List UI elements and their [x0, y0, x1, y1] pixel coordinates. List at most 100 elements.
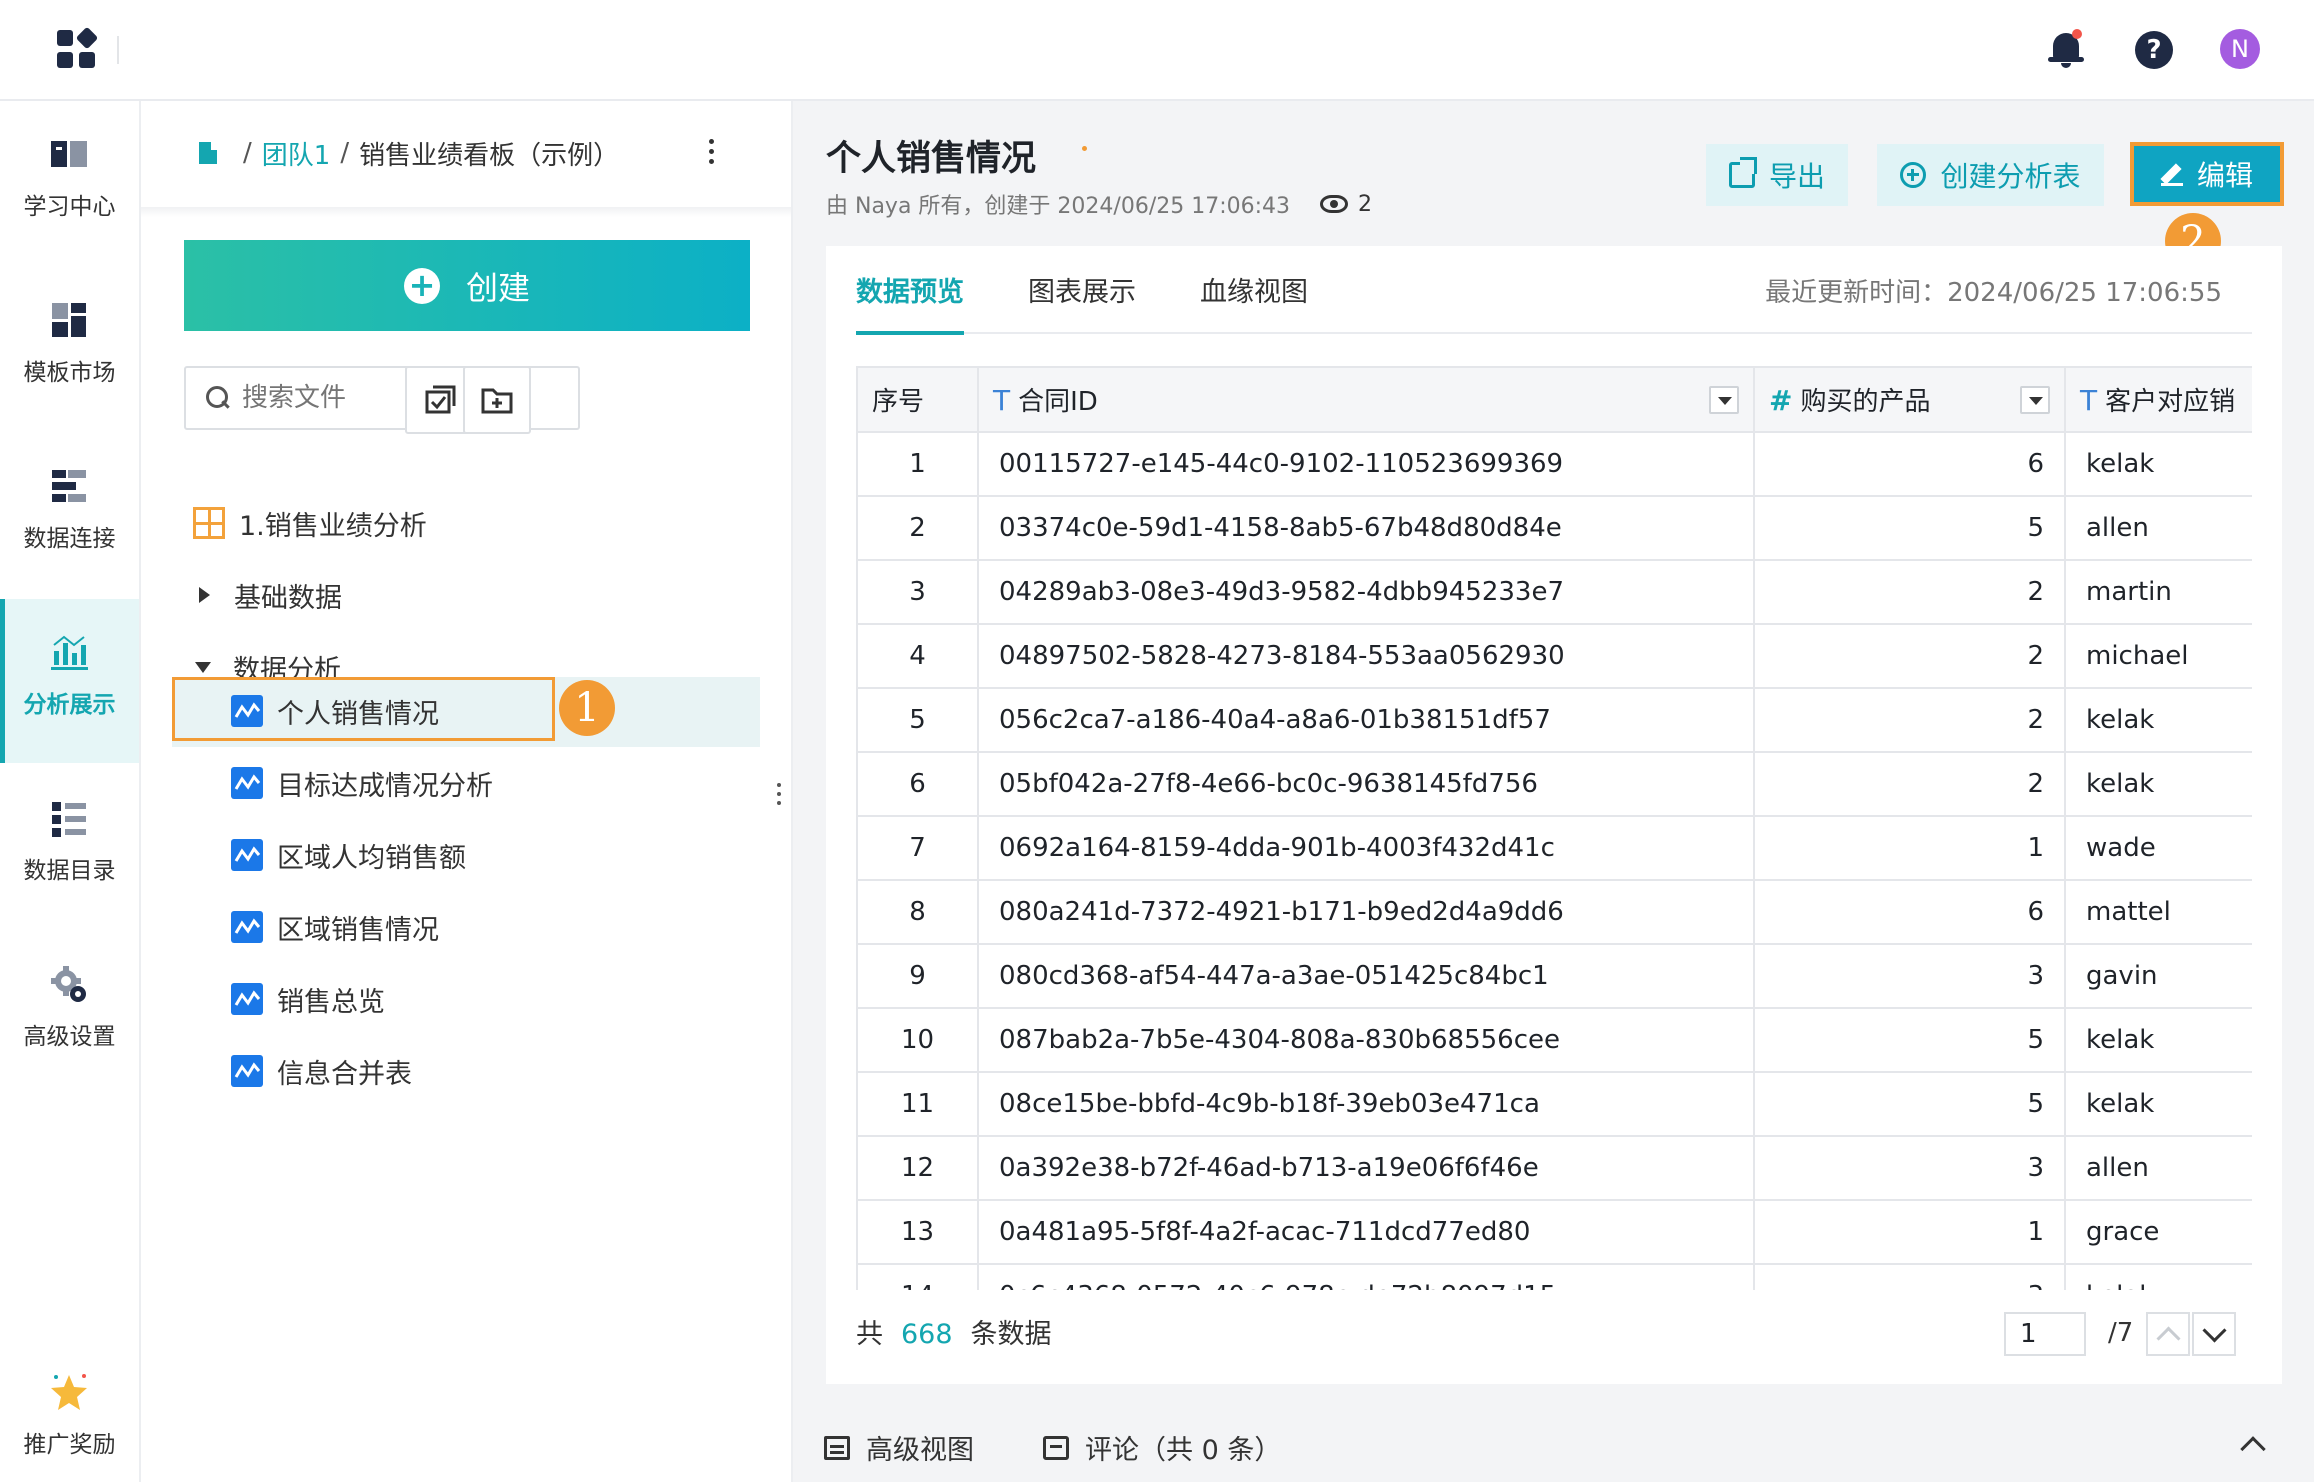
table-row[interactable]: 5 056c2ca7-a186-40a4-a8a6-01b38151df57 2 ke…	[858, 688, 2252, 753]
column-menu-button[interactable]	[1709, 386, 1739, 414]
plus-circle-icon	[1900, 162, 1927, 188]
contract-id-cell: 08ce15be-bbfd-4c9b-b18f-39eb03e471ca	[978, 1072, 1755, 1137]
advanced-view-button[interactable]: 高级视图	[824, 1428, 974, 1467]
tab-lineage-view[interactable]: 血缘视图	[1200, 270, 1308, 331]
caret-right-icon[interactable]	[199, 587, 210, 603]
contract-id-cell: 04289ab3-08e3-49d3-9582-4dbb945233e7	[978, 560, 1755, 625]
tab-chart-display[interactable]: 图表展示	[1028, 270, 1136, 331]
total-pages: /7	[2108, 1318, 2134, 1348]
column-header-products[interactable]: # 购买的产品	[1754, 368, 2066, 433]
products-count-cell: 1	[1754, 1200, 2066, 1265]
breadcrumb-team-link[interactable]: 团队1	[262, 135, 331, 172]
tree-item-sales-overview[interactable]: 销售总览	[231, 971, 385, 1027]
left-nav: 学习中心 模板市场 数据连接 分析展示 数据目录 高级设置 推广奖励	[0, 101, 141, 1482]
pen-icon	[2160, 163, 2183, 186]
table-row[interactable]: 7 0692a164-8159-4dda-901b-4003f432d41c 1 wa…	[858, 816, 2252, 881]
table-row[interactable]: 11 08ce15be-bbfd-4c9b-b18f-39eb03e471ca 5 k…	[858, 1072, 2252, 1137]
app-launcher-icon[interactable]	[57, 26, 99, 70]
customer-cell: wade	[2065, 816, 2252, 881]
caret-down-icon[interactable]	[195, 661, 211, 673]
customer-cell: allen	[2065, 1136, 2252, 1201]
customer-cell: kelak	[2065, 1264, 2252, 1290]
table-row[interactable]: 10 087bab2a-7b5e-4304-808a-830b68556cee 5 k…	[858, 1008, 2252, 1073]
next-page-button[interactable]	[2192, 1312, 2236, 1356]
create-analysis-table-button[interactable]: 创建分析表	[1877, 144, 2104, 206]
table-row[interactable]: 13 0a481a95-5f8f-4a2f-acac-711dcd77ed80 1 g…	[858, 1200, 2252, 1265]
nav-promo-reward[interactable]: 推广奖励	[0, 1339, 139, 1482]
tab-data-preview[interactable]: 数据预览	[856, 270, 964, 335]
tree-folder-basic-data[interactable]: 基础数据	[199, 567, 342, 623]
panel-resize-handle[interactable]	[776, 783, 782, 809]
column-header-customer[interactable]: T 客户对应销	[2065, 368, 2252, 433]
table-header-row: 序号 T 合同ID # 购买的产品 T 客户对应销	[858, 368, 2252, 433]
contract-id-cell: 080cd368-af54-447a-a3ae-051425c84bc1	[978, 944, 1755, 1009]
search-icon	[206, 386, 230, 410]
contract-id-cell: 0692a164-8159-4dda-901b-4003f432d41c	[978, 816, 1755, 881]
nav-learning-center[interactable]: 学习中心	[0, 101, 139, 265]
tree-item-merged-table[interactable]: 信息合并表	[231, 1043, 412, 1099]
prev-page-button[interactable]	[2146, 1312, 2190, 1356]
contract-id-cell: 00115727-e145-44c0-9102-110523699369	[978, 432, 1755, 497]
line-chart-icon	[231, 839, 263, 871]
line-chart-icon	[231, 1055, 263, 1087]
more-options-icon[interactable]	[706, 139, 716, 169]
edit-button[interactable]: 编辑	[2130, 142, 2284, 206]
create-button[interactable]: + 创建	[184, 240, 750, 331]
advanced-view-icon	[824, 1435, 850, 1460]
data-table[interactable]: 序号 T 合同ID # 购买的产品 T 客户对应销 1 00115727-e145-44…	[856, 366, 2252, 1290]
table-row[interactable]: 12 0a392e38-b72f-46ad-b713-a19e06f6f46e 3 a…	[858, 1136, 2252, 1201]
text-type-icon: T	[2080, 384, 2098, 417]
nav-template-market[interactable]: 模板市场	[0, 267, 139, 431]
customer-cell: allen	[2065, 496, 2252, 561]
row-index-cell: 3	[858, 560, 979, 625]
table-row[interactable]: 140c6c4368-0572-40c6-978c-de72b8097d153k…	[858, 1264, 2252, 1290]
nav-analysis-display[interactable]: 分析展示	[0, 599, 139, 763]
column-header-index[interactable]: 序号	[858, 368, 979, 433]
help-icon[interactable]: ?	[2135, 31, 2173, 69]
customer-cell: kelak	[2065, 752, 2252, 817]
tree-item-target-analysis[interactable]: 目标达成情况分析	[231, 755, 493, 811]
products-count-cell: 2	[1754, 688, 2066, 753]
avatar[interactable]: N	[2220, 29, 2260, 69]
line-chart-icon	[231, 695, 263, 727]
page-title: 个人销售情况	[826, 139, 1037, 179]
contract-id-cell: 087bab2a-7b5e-4304-808a-830b68556cee	[978, 1008, 1755, 1073]
bar-chart-icon	[51, 635, 88, 670]
table-row[interactable]: 3 04289ab3-08e3-49d3-9582-4dbb945233e7 2 ma…	[858, 560, 2252, 625]
gear-icon	[51, 966, 86, 1002]
row-index-cell: 8	[858, 880, 979, 945]
column-header-contract-id[interactable]: T 合同ID	[978, 368, 1755, 433]
nav-advanced-settings[interactable]: 高级设置	[0, 931, 139, 1095]
contract-id-cell: 04897502-5828-4273-8184-553aa0562930	[978, 624, 1755, 689]
table-row[interactable]: 8 080a241d-7372-4921-b171-b9ed2d4a9dd6 6 ma…	[858, 880, 2252, 945]
contract-id-cell: 0c6c4368-0572-40c6-978c-de72b8097d15	[978, 1264, 1755, 1290]
table-row[interactable]: 4 04897502-5828-4273-8184-553aa0562930 2 mi…	[858, 624, 2252, 689]
tree-root-dashboard[interactable]: 1.销售业绩分析	[193, 495, 427, 551]
eye-icon	[1320, 195, 1349, 213]
table-row[interactable]: 6 05bf042a-27f8-4e66-bc0c-9638145fd756 2 ke…	[858, 752, 2252, 817]
products-count-cell: 1	[1754, 816, 2066, 881]
products-count-cell: 6	[1754, 880, 2066, 945]
table-row[interactable]: 1 00115727-e145-44c0-9102-110523699369 6 ke…	[858, 432, 2252, 497]
customer-cell: martin	[2065, 560, 2252, 625]
tree-item-region-avg-sales[interactable]: 区域人均销售额	[231, 827, 466, 883]
notification-bell-icon[interactable]	[2048, 29, 2084, 69]
comments-button[interactable]: 评论（共 0 条）	[1043, 1428, 1281, 1467]
customer-cell: kelak	[2065, 1008, 2252, 1073]
tree-item-region-sales[interactable]: 区域销售情况	[231, 899, 439, 955]
customer-cell: kelak	[2065, 1072, 2252, 1137]
tree-item-personal-sales[interactable]: 个人销售情况	[231, 683, 439, 739]
export-icon	[1728, 157, 1757, 188]
nav-data-catalog[interactable]: 数据目录	[0, 765, 139, 929]
row-index-cell: 2	[858, 496, 979, 561]
view-count: 2	[1358, 191, 1373, 217]
export-button[interactable]: 导出	[1706, 144, 1848, 206]
database-icon	[52, 470, 86, 502]
column-menu-button[interactable]	[2020, 386, 2050, 414]
catalog-icon	[52, 802, 86, 837]
nav-data-connection[interactable]: 数据连接	[0, 433, 139, 597]
table-row[interactable]: 9 080cd368-af54-447a-a3ae-051425c84bc1 3 ga…	[858, 944, 2252, 1009]
page-number-input[interactable]: 1	[2004, 1312, 2086, 1356]
table-row[interactable]: 2 03374c0e-59d1-4158-8ab5-67b48d80d84e 5 al…	[858, 496, 2252, 561]
new-folder-button[interactable]	[463, 366, 531, 434]
